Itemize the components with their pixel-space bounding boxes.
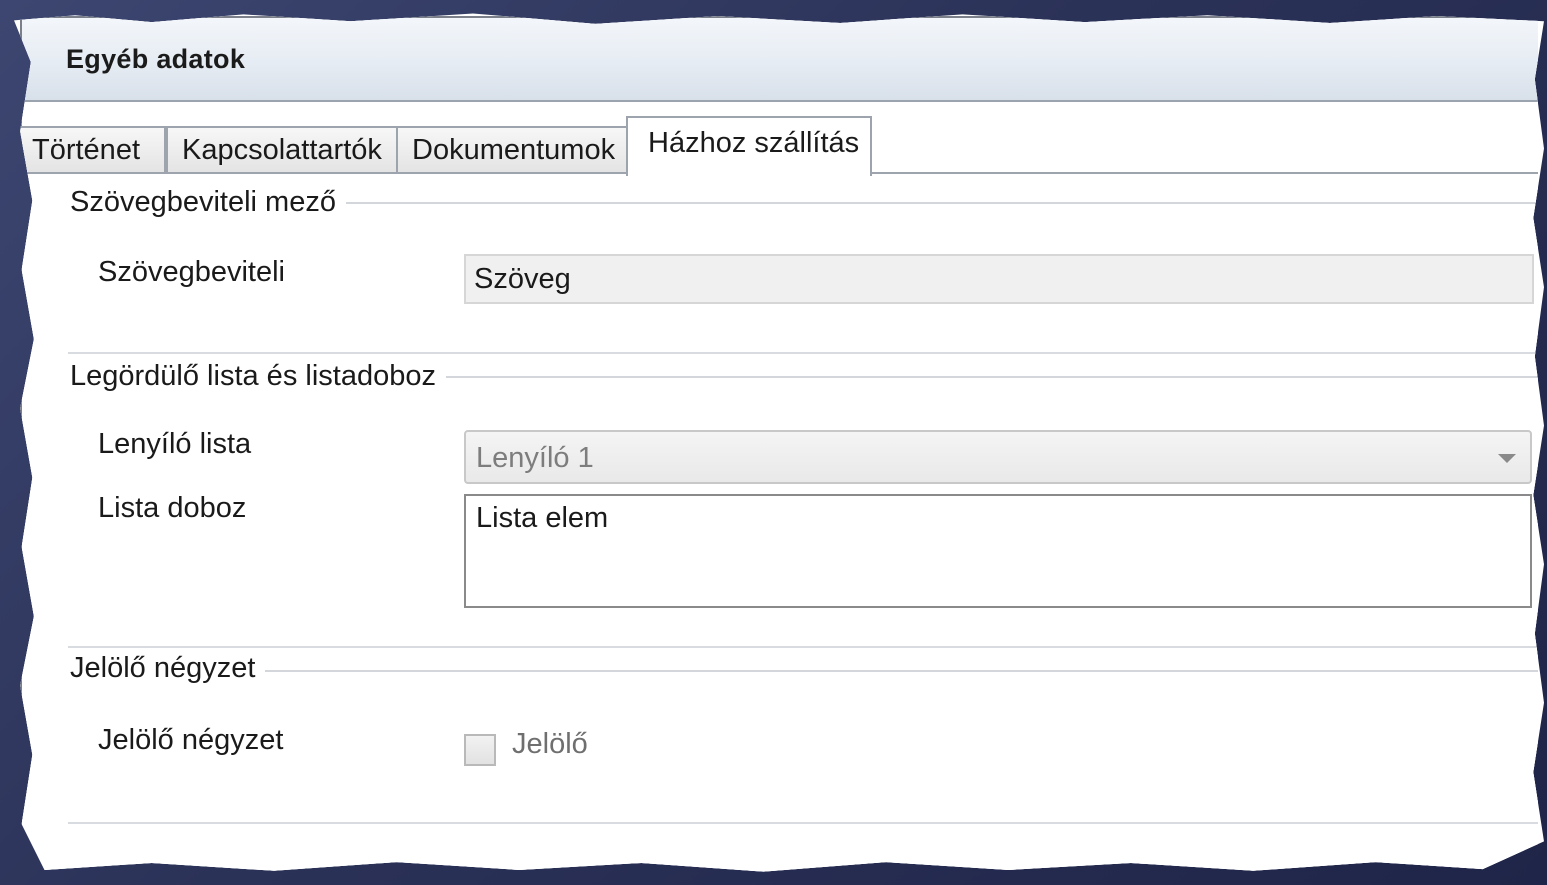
tab-strip: Történet Kapcsolattartók Dokumentumok Há…	[16, 102, 1538, 176]
text-input-field[interactable]	[464, 254, 1534, 304]
dropdown-select[interactable]: Lenyíló 1	[464, 430, 1532, 484]
checkbox-label[interactable]: Jelölő	[512, 728, 588, 761]
group-dropdown-list: Legördülő lista és listadoboz Lenyíló li…	[46, 360, 1538, 650]
form-window: Egyéb adatok Történet Kapcsolattartók Do…	[16, 16, 1538, 872]
group-text-input: Szövegbeviteli mező Szövegbeviteli	[46, 174, 1538, 354]
dropdown-label: Lenyíló lista	[98, 428, 252, 460]
tab-hazhoz-szallitas[interactable]: Házhoz szállítás	[626, 116, 872, 176]
checkbox-field-label: Jelölő négyzet	[98, 724, 284, 756]
screenshot-card: Egyéb adatok Történet Kapcsolattartók Do…	[14, 13, 1544, 872]
text-input-label: Szövegbeviteli	[98, 256, 285, 288]
group-separator	[68, 822, 1538, 824]
group-title-dropdown-list: Legördülő lista és listadoboz	[70, 360, 446, 393]
chevron-down-icon[interactable]	[1498, 454, 1516, 463]
dropdown-selected-value: Lenyíló 1	[476, 442, 594, 474]
group-checkbox: Jelölő négyzet Jelölő négyzet Jelölő	[46, 652, 1538, 842]
group-header-line	[346, 202, 1538, 204]
group-title-text-input: Szövegbeviteli mező	[70, 186, 346, 219]
group-header-line	[436, 376, 1538, 378]
tab-content-panel: Szövegbeviteli mező Szövegbeviteli Legör…	[22, 174, 1538, 872]
group-separator	[68, 646, 1538, 648]
window-title: Egyéb adatok	[66, 44, 246, 74]
group-header-line	[256, 670, 1538, 672]
listbox[interactable]: Lista elem	[464, 494, 1532, 608]
group-title-checkbox: Jelölő négyzet	[70, 652, 266, 685]
tab-kapcsolattartok[interactable]: Kapcsolattartók	[166, 126, 398, 172]
list-item[interactable]: Lista elem	[476, 502, 608, 535]
tab-dokumentumok[interactable]: Dokumentumok	[396, 126, 628, 172]
title-bar: Egyéb adatok	[22, 18, 1538, 102]
listbox-label: Lista doboz	[98, 492, 247, 524]
checkbox-jelolo[interactable]	[464, 734, 496, 766]
tab-tortenet[interactable]: Történet	[16, 126, 166, 172]
group-separator	[68, 352, 1538, 354]
